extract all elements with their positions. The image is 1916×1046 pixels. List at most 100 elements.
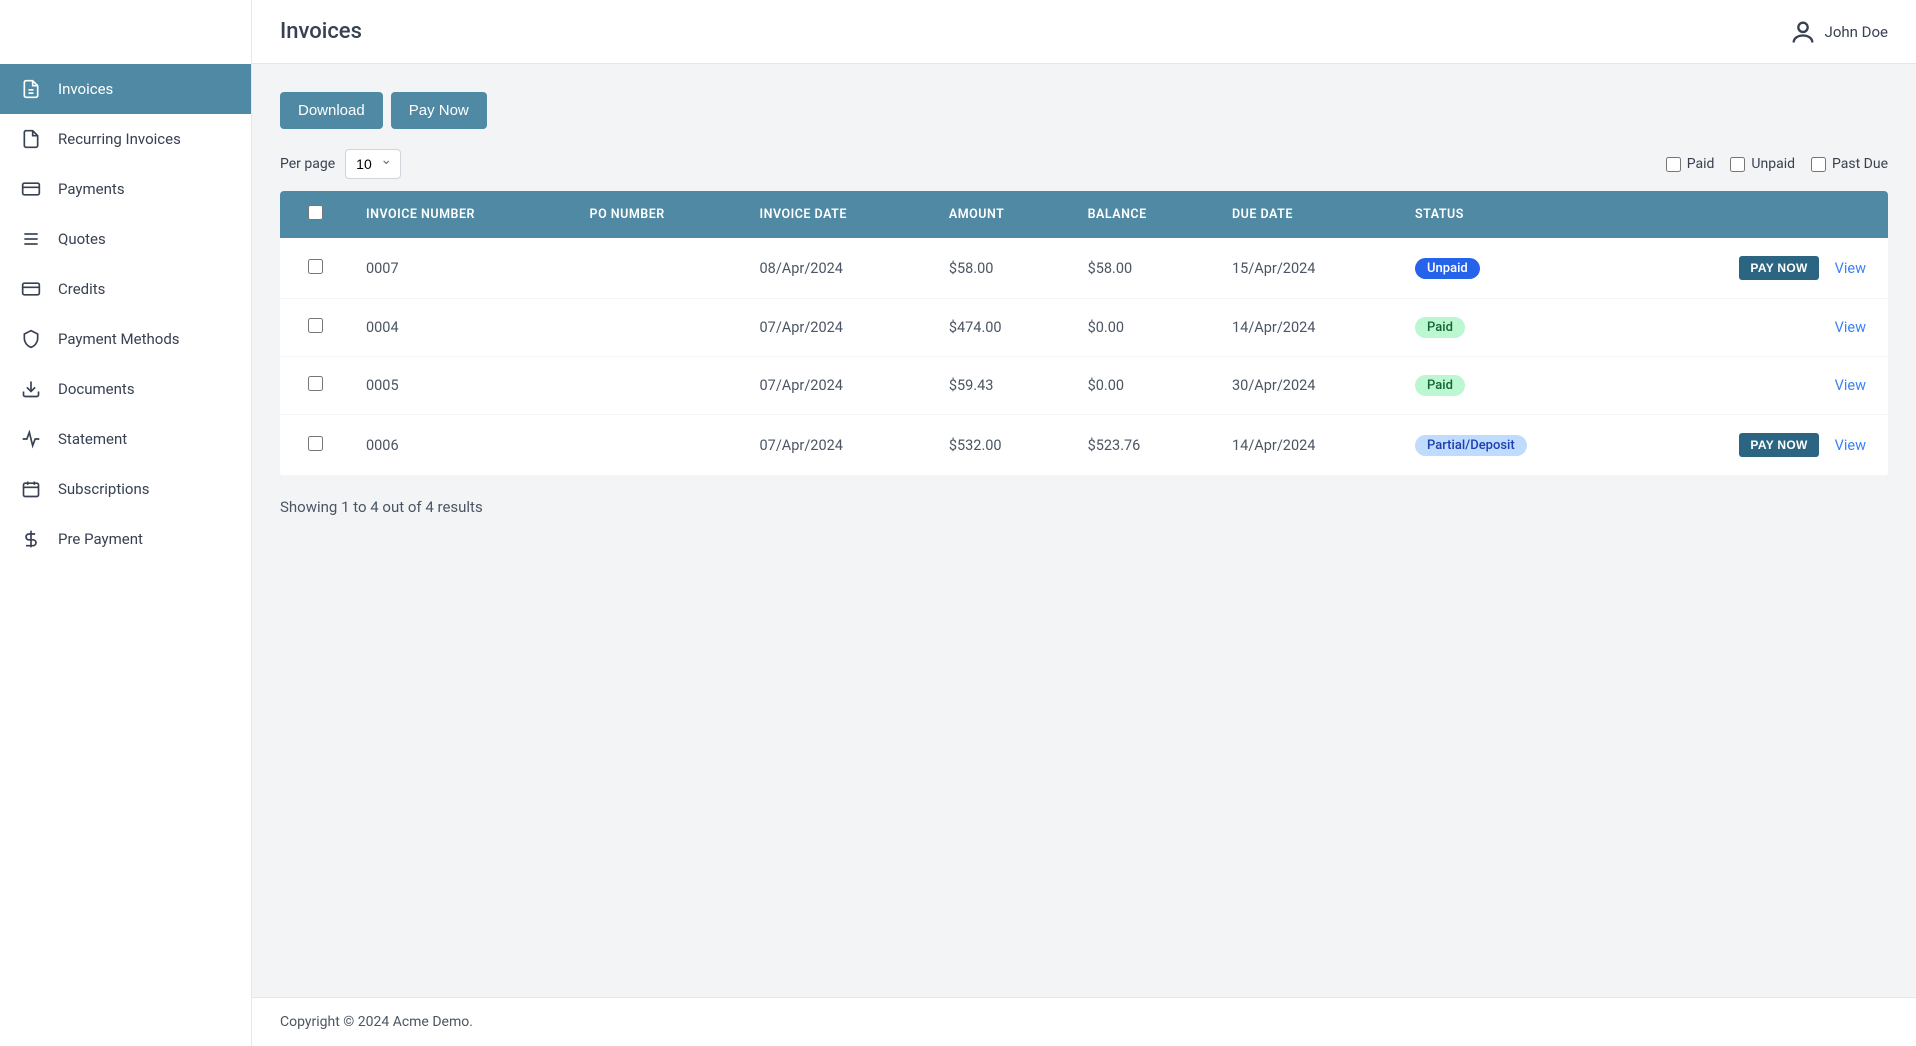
cell-po-number: [574, 299, 744, 357]
view-link[interactable]: View: [1835, 377, 1866, 394]
cell-balance: $0.00: [1072, 357, 1216, 415]
per-page-select-wrap: 10: [345, 149, 401, 179]
row-checkbox[interactable]: [308, 436, 323, 451]
sidebar-item-label: Credits: [58, 280, 105, 298]
status-badge: Unpaid: [1415, 258, 1480, 279]
results-text: Showing 1 to 4 out of 4 results: [280, 498, 1888, 516]
dollar-icon: [20, 528, 42, 550]
col-po-number[interactable]: PO NUMBER: [574, 191, 744, 238]
cell-invoice-number: 0004: [350, 299, 574, 357]
row-checkbox[interactable]: [308, 376, 323, 391]
col-due-date[interactable]: DUE DATE: [1216, 191, 1399, 238]
cell-invoice-number: 0006: [350, 415, 574, 476]
table-head: INVOICE NUMBER PO NUMBER INVOICE DATE AM…: [280, 191, 1888, 238]
sidebar-item-subscriptions[interactable]: Subscriptions: [0, 464, 251, 514]
paynow-button[interactable]: Pay Now: [391, 92, 487, 129]
cell-checkbox: [280, 299, 350, 357]
sidebar-item-payment-methods[interactable]: Payment Methods: [0, 314, 251, 364]
cell-po-number: [574, 357, 744, 415]
main-panel: Invoices John Doe Download Pay Now Per p…: [252, 0, 1916, 1046]
cell-invoice-number: 0005: [350, 357, 574, 415]
cell-due-date: 30/Apr/2024: [1216, 357, 1399, 415]
sidebar-item-label: Documents: [58, 380, 135, 398]
table-row: 000607/Apr/2024$532.00$523.7614/Apr/2024…: [280, 415, 1888, 476]
sidebar-item-label: Pre Payment: [58, 530, 143, 548]
credit-card-icon: [20, 278, 42, 300]
sidebar-item-payments[interactable]: Payments: [0, 164, 251, 214]
sidebar-item-label: Statement: [58, 430, 127, 448]
sidebar-item-quotes[interactable]: Quotes: [0, 214, 251, 264]
table-row: 000507/Apr/2024$59.43$0.0030/Apr/2024Pai…: [280, 357, 1888, 415]
file-icon: [20, 128, 42, 150]
cell-balance: $58.00: [1072, 238, 1216, 299]
calendar-icon: [20, 478, 42, 500]
sidebar-item-label: Payments: [58, 180, 125, 198]
cell-status: Unpaid: [1399, 238, 1627, 299]
select-all-checkbox[interactable]: [308, 205, 323, 220]
col-checkbox: [280, 191, 350, 238]
cell-checkbox: [280, 415, 350, 476]
cell-actions: PAY NOW View: [1627, 415, 1888, 476]
sidebar-item-pre-payment[interactable]: Pre Payment: [0, 514, 251, 564]
row-checkbox[interactable]: [308, 318, 323, 333]
status-filters: Paid Unpaid Past Due: [1666, 156, 1888, 172]
cell-invoice-date: 08/Apr/2024: [744, 238, 933, 299]
cell-status: Partial/Deposit: [1399, 415, 1627, 476]
table-body: 000708/Apr/2024$58.00$58.0015/Apr/2024Un…: [280, 238, 1888, 476]
filter-checkbox[interactable]: [1730, 157, 1745, 172]
per-page-select[interactable]: 10: [345, 149, 401, 179]
filter-label: Past Due: [1832, 156, 1888, 172]
list-icon: [20, 228, 42, 250]
file-text-icon: [20, 78, 42, 100]
cell-po-number: [574, 415, 744, 476]
sidebar-item-invoices[interactable]: Invoices: [0, 64, 251, 114]
filter-checkbox[interactable]: [1666, 157, 1681, 172]
cell-actions: View: [1627, 299, 1888, 357]
sidebar-item-recurring-invoices[interactable]: Recurring Invoices: [0, 114, 251, 164]
col-amount[interactable]: AMOUNT: [933, 191, 1072, 238]
view-link[interactable]: View: [1835, 437, 1866, 454]
cell-invoice-date: 07/Apr/2024: [744, 415, 933, 476]
cell-invoice-date: 07/Apr/2024: [744, 299, 933, 357]
cell-amount: $58.00: [933, 238, 1072, 299]
status-badge: Paid: [1415, 375, 1465, 396]
filter-unpaid[interactable]: Unpaid: [1730, 156, 1795, 172]
sidebar-item-label: Recurring Invoices: [58, 130, 181, 148]
footer: Copyright © 2024 Acme Demo.: [252, 997, 1916, 1046]
col-status[interactable]: STATUS: [1399, 191, 1627, 238]
row-checkbox[interactable]: [308, 259, 323, 274]
per-page-control: Per page 10: [280, 149, 401, 179]
view-link[interactable]: View: [1835, 319, 1866, 336]
header: Invoices John Doe: [252, 0, 1916, 64]
cell-actions: PAY NOW View: [1627, 238, 1888, 299]
shield-icon: [20, 328, 42, 350]
filter-label: Unpaid: [1751, 156, 1795, 172]
filter-past-due[interactable]: Past Due: [1811, 156, 1888, 172]
filter-checkbox[interactable]: [1811, 157, 1826, 172]
col-balance[interactable]: BALANCE: [1072, 191, 1216, 238]
paynow-row-button[interactable]: PAY NOW: [1739, 256, 1818, 280]
filter-label: Paid: [1687, 156, 1715, 172]
cell-due-date: 14/Apr/2024: [1216, 415, 1399, 476]
table-row: 000407/Apr/2024$474.00$0.0014/Apr/2024Pa…: [280, 299, 1888, 357]
download-icon: [20, 378, 42, 400]
sidebar-item-credits[interactable]: Credits: [0, 264, 251, 314]
filter-paid[interactable]: Paid: [1666, 156, 1715, 172]
user-icon: [1789, 18, 1817, 46]
user-menu[interactable]: John Doe: [1789, 18, 1888, 46]
sidebar-item-label: Subscriptions: [58, 480, 149, 498]
toolbar: Download Pay Now: [280, 92, 1888, 129]
download-button[interactable]: Download: [280, 92, 383, 129]
paynow-row-button[interactable]: PAY NOW: [1739, 433, 1818, 457]
sidebar-item-statement[interactable]: Statement: [0, 414, 251, 464]
view-link[interactable]: View: [1835, 260, 1866, 277]
cell-amount: $532.00: [933, 415, 1072, 476]
cell-invoice-number: 0007: [350, 238, 574, 299]
col-invoice-number[interactable]: INVOICE NUMBER: [350, 191, 574, 238]
cell-checkbox: [280, 238, 350, 299]
col-invoice-date[interactable]: INVOICE DATE: [744, 191, 933, 238]
cell-invoice-date: 07/Apr/2024: [744, 357, 933, 415]
sidebar-item-documents[interactable]: Documents: [0, 364, 251, 414]
cell-amount: $474.00: [933, 299, 1072, 357]
credit-card-icon: [20, 178, 42, 200]
